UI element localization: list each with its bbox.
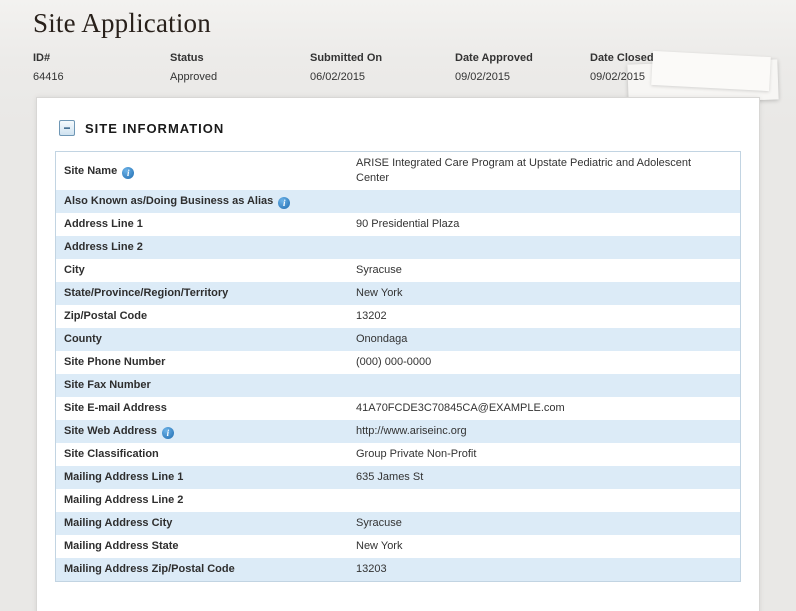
field-value: http://www.ariseinc.org — [356, 420, 706, 443]
table-row: Site Fax Number — [56, 374, 740, 397]
summary-field-date-approved: Date Approved 09/02/2015 — [455, 52, 590, 83]
field-label-text: Mailing Address State — [64, 540, 179, 552]
table-row: State/Province/Region/Territory New York — [56, 282, 740, 305]
table-row: Address Line 1 90 Presidential Plaza — [56, 213, 740, 236]
field-value: (000) 000-0000 — [356, 351, 706, 374]
summary-label: Status — [170, 52, 302, 64]
table-row: Site Name i ARISE Integrated Care Program… — [56, 152, 740, 190]
field-value: 635 James St — [356, 466, 706, 489]
field-value: New York — [356, 535, 706, 558]
collapse-section-button[interactable]: − — [59, 120, 75, 136]
field-label-text: Address Line 2 — [64, 241, 143, 253]
table-row: County Onondaga — [56, 328, 740, 351]
table-row: Site Classification Group Private Non-Pr… — [56, 443, 740, 466]
field-label-text: Zip/Postal Code — [64, 310, 147, 322]
field-value: Group Private Non-Profit — [356, 443, 706, 466]
table-row: Site Web Address i http://www.ariseinc.or… — [56, 420, 740, 443]
field-label: Site Web Address i — [56, 420, 356, 443]
field-label: Zip/Postal Code — [56, 305, 356, 328]
field-label-text: Mailing Address City — [64, 517, 172, 529]
table-row: Mailing Address Line 1 635 James St — [56, 466, 740, 489]
table-row: Mailing Address Zip/Postal Code 13203 — [56, 558, 740, 581]
table-row: City Syracuse — [56, 259, 740, 282]
table-row: Also Known as/Doing Business as Alias i — [56, 190, 740, 213]
field-label: Mailing Address State — [56, 535, 356, 558]
field-label-text: Site Name — [64, 165, 117, 177]
field-value: 41A70FCDE3C70845CA@EXAMPLE.com — [356, 397, 706, 420]
field-value — [356, 382, 706, 390]
site-info-table: Site Name i ARISE Integrated Care Program… — [55, 151, 741, 582]
field-value: Onondaga — [356, 328, 706, 351]
field-value: Syracuse — [356, 512, 706, 535]
page-title: Site Application — [0, 0, 796, 39]
summary-value: Approved — [170, 71, 302, 83]
field-label-text: Site E-mail Address — [64, 402, 167, 414]
field-label: Also Known as/Doing Business as Alias i — [56, 190, 356, 213]
field-label: Site Fax Number — [56, 374, 356, 397]
field-label-text: State/Province/Region/Territory — [64, 287, 228, 299]
field-label: Site Classification — [56, 443, 356, 466]
summary-label: Date Approved — [455, 52, 582, 64]
summary-field-status: Status Approved — [170, 52, 310, 83]
site-application-panel: − SITE INFORMATION Site Name i ARISE Inte… — [36, 97, 760, 611]
summary-label: ID# — [33, 52, 162, 64]
field-label: State/Province/Region/Territory — [56, 282, 356, 305]
table-row: Mailing Address State New York — [56, 535, 740, 558]
field-label: Mailing Address Zip/Postal Code — [56, 558, 356, 581]
table-row: Site Phone Number (000) 000-0000 — [56, 351, 740, 374]
summary-value: 09/02/2015 — [590, 71, 654, 83]
field-label-text: Mailing Address Line 2 — [64, 494, 183, 506]
summary-field-submitted-on: Submitted On 06/02/2015 — [310, 52, 455, 83]
field-label: County — [56, 328, 356, 351]
table-row: Zip/Postal Code 13202 — [56, 305, 740, 328]
section-header: − SITE INFORMATION — [37, 98, 759, 151]
field-label-text: Site Classification — [64, 448, 159, 460]
field-value: 13203 — [356, 558, 706, 581]
field-label: City — [56, 259, 356, 282]
field-value: ARISE Integrated Care Program at Upstate… — [356, 152, 706, 190]
summary-value: 09/02/2015 — [455, 71, 582, 83]
field-label-text: City — [64, 264, 85, 276]
field-label: Site E-mail Address — [56, 397, 356, 420]
field-value — [356, 497, 706, 505]
table-row: Site E-mail Address 41A70FCDE3C70845CA@E… — [56, 397, 740, 420]
field-label-text: Site Web Address — [64, 425, 157, 437]
field-label-text: Mailing Address Zip/Postal Code — [64, 563, 235, 575]
site-application-page: Site Application ID# 64416 Status Approv… — [0, 0, 796, 611]
field-label: Address Line 1 — [56, 213, 356, 236]
field-label: Site Name i — [56, 160, 356, 183]
field-label: Mailing Address Line 2 — [56, 489, 356, 512]
field-label: Site Phone Number — [56, 351, 356, 374]
info-icon[interactable]: i — [122, 167, 134, 179]
field-value: 13202 — [356, 305, 706, 328]
summary-field-date-closed: Date Closed 09/02/2015 — [590, 52, 662, 83]
summary-label: Date Closed — [590, 52, 654, 64]
table-row: Mailing Address City Syracuse — [56, 512, 740, 535]
summary-bar: ID# 64416 Status Approved Submitted On 0… — [0, 39, 796, 83]
info-icon[interactable]: i — [278, 197, 290, 209]
table-row: Mailing Address Line 2 — [56, 489, 740, 512]
info-icon[interactable]: i — [162, 427, 174, 439]
field-label: Mailing Address Line 1 — [56, 466, 356, 489]
field-label-text: Site Phone Number — [64, 356, 165, 368]
field-label: Mailing Address City — [56, 512, 356, 535]
field-value — [356, 198, 706, 206]
field-label-text: County — [64, 333, 102, 345]
field-value — [356, 244, 706, 252]
field-label-text: Also Known as/Doing Business as Alias — [64, 195, 273, 207]
field-label-text: Address Line 1 — [64, 218, 143, 230]
summary-label: Submitted On — [310, 52, 447, 64]
summary-field-id: ID# 64416 — [33, 52, 170, 83]
field-label-text: Site Fax Number — [64, 379, 151, 391]
table-row: Address Line 2 — [56, 236, 740, 259]
summary-value: 06/02/2015 — [310, 71, 447, 83]
field-label-text: Mailing Address Line 1 — [64, 471, 183, 483]
section-title: SITE INFORMATION — [85, 121, 224, 136]
summary-value: 64416 — [33, 71, 162, 83]
field-label: Address Line 2 — [56, 236, 356, 259]
field-value: Syracuse — [356, 259, 706, 282]
field-value: New York — [356, 282, 706, 305]
field-value: 90 Presidential Plaza — [356, 213, 706, 236]
